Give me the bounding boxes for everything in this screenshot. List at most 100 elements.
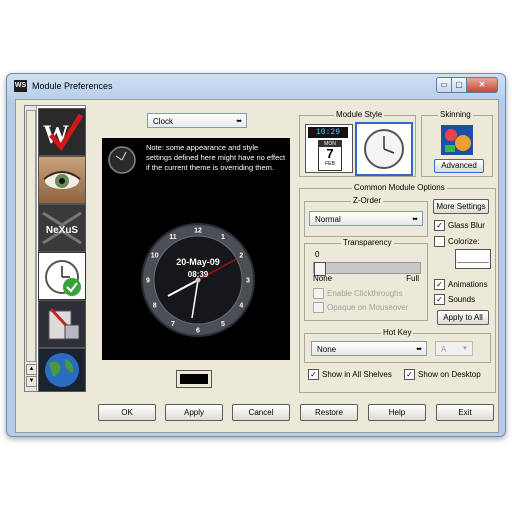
nexus-label: NeXuS [46,225,79,236]
transparency-slider[interactable] [313,262,421,276]
window-controls: ▭ ▢ ✕ [436,77,498,93]
module-preview: 12 1 2 3 4 5 6 7 8 9 10 11 20-May-09 08:39 Note: so… [102,138,290,360]
zorder-group: Z-Order Normal ⬌ [304,196,428,237]
none-label: None [313,274,333,283]
select-arrow-icon: ⬌ [412,216,418,223]
clock-module-icon [45,260,81,296]
skinning-group: Skinning Advanced [421,110,493,177]
checkbox-icon: ✓ [434,294,445,305]
help-button[interactable]: Help [368,404,426,421]
sidebar-item-winstep[interactable]: W [38,108,86,156]
ok-button[interactable]: OK [98,404,156,421]
globe-icon [39,349,85,391]
eye-icon [39,157,85,203]
skinning-title: Skinning [438,110,473,119]
style-option-analog[interactable] [355,122,413,176]
sidebar-scrollbar[interactable]: ▲ ▼ [25,106,37,391]
apply-button[interactable]: Apply [165,404,223,421]
scroll-up-icon[interactable]: ▲ [26,364,37,375]
dialog-client-area: ▲ ▼ W NeXuS Clock ⬌ 12 1 2 3 4 5 6 7 8 9… [15,99,499,433]
full-label: Full [406,274,419,283]
clock-time: 08:39 [188,270,209,279]
zorder-select[interactable]: Normal ⬌ [309,211,423,226]
colorize-label: Colorize: [448,237,480,246]
close-button[interactable]: ✕ [467,77,498,93]
colorize-swatch[interactable] [455,249,491,269]
scroll-down-icon[interactable]: ▼ [26,376,37,387]
window-title: Module Preferences [32,81,113,91]
hotkey-key-value: A [441,345,447,354]
advanced-button[interactable]: Advanced [434,159,484,173]
glass-blur-label: Glass Blur [448,221,485,230]
clock-numeral: 4 [239,303,243,310]
opaque-mouseover-label: Opaque on Mouseover [327,303,409,312]
recycle-bin-icon [39,301,85,347]
clock-numeral: 1 [221,234,225,241]
clock-numeral: 12 [194,228,202,235]
clock-numeral: 11 [169,234,177,241]
checkbox-icon: ✓ [434,220,445,231]
skin-preview[interactable] [441,125,473,155]
show-desktop-label: Show on Desktop [418,370,481,379]
hotkey-key-select[interactable]: A ▼ [435,341,473,356]
hotkey-select[interactable]: None ⬌ [311,341,427,356]
clock-numeral: 5 [221,321,225,328]
sidebar-item-clock[interactable] [38,252,86,300]
colorize-checkbox[interactable]: Colorize: [434,236,480,247]
show-all-shelves-label: Show in All Shelves [322,370,392,379]
sidebar-item-eye[interactable] [38,156,86,204]
more-settings-button[interactable]: More Settings [433,199,489,214]
select-arrow-icon: ⬌ [416,346,422,353]
chevron-down-icon: ▼ [462,346,468,352]
animations-checkbox[interactable]: ✓ Animations [434,279,488,290]
checkbox-icon [434,236,445,247]
hotkey-title: Hot Key [381,328,414,337]
sidebar-item-recycle[interactable] [38,300,86,348]
enable-clickthroughs-checkbox[interactable]: Enable Clickthroughs [313,288,403,299]
module-select[interactable]: Clock ⬌ [147,113,247,128]
module-preferences-window: WS Module Preferences ▭ ▢ ✕ ▲ ▼ W NeXuS … [6,73,506,437]
calendar-date: 7 [326,146,334,161]
sounds-checkbox[interactable]: ✓ Sounds [434,294,475,305]
apply-to-all-button[interactable]: Apply to All [437,310,489,325]
nexus-logo-icon: NeXuS [39,205,85,251]
minimize-button[interactable]: ▭ [436,77,452,93]
transparency-value: 0 [315,250,320,259]
module-style-group: Module Style 10:29 MON 7 FEB [299,110,416,177]
winstep-logo-icon: W [39,109,85,155]
color-swatch-button[interactable] [176,370,212,388]
app-icon: WS [14,80,27,92]
opaque-mouseover-checkbox[interactable]: Opaque on Mouseover [313,302,408,313]
restore-button[interactable]: Restore [300,404,358,421]
show-all-shelves-checkbox[interactable]: ✓ Show in All Shelves [308,369,392,380]
sidebar-item-globe[interactable] [38,348,86,392]
clock-numeral: 2 [239,253,243,260]
clock-date: 20-May-09 [176,257,220,267]
zorder-value: Normal [315,215,341,224]
title-bar[interactable]: WS Module Preferences ▭ ▢ ✕ [7,74,505,98]
style-option-digital[interactable]: 10:29 MON 7 FEB [305,124,353,173]
calendar-month: FEB [325,161,335,167]
module-sidebar: ▲ ▼ W NeXuS [24,105,86,392]
zorder-title: Z-Order [351,196,383,205]
transparency-group: Transparency 0 None Full Enable Clickthr… [304,238,428,321]
module-select-value: Clock [153,117,174,126]
scrollbar-thumb[interactable] [26,110,36,362]
clock-numeral: 7 [171,321,175,328]
cancel-button[interactable]: Cancel [232,404,290,421]
exit-button[interactable]: Exit [436,404,494,421]
glass-blur-checkbox[interactable]: ✓ Glass Blur [434,220,485,231]
clock-numeral: 3 [246,278,250,285]
checkbox-icon: ✓ [404,369,415,380]
show-desktop-checkbox[interactable]: ✓ Show on Desktop [404,369,481,380]
color-swatch [180,374,208,384]
calendar-icon: MON 7 FEB [318,140,342,171]
clock-numeral: 10 [151,253,159,260]
sidebar-item-nexus[interactable]: NeXuS [38,204,86,252]
checkbox-icon: ✓ [434,279,445,290]
analog-style-icon [364,129,404,169]
common-options-group: Common Module Options Z-Order Normal ⬌ M… [299,183,496,393]
animations-label: Animations [448,280,488,289]
maximize-button[interactable]: ▢ [452,77,467,93]
hotkey-group: Hot Key None ⬌ A ▼ [304,328,491,363]
